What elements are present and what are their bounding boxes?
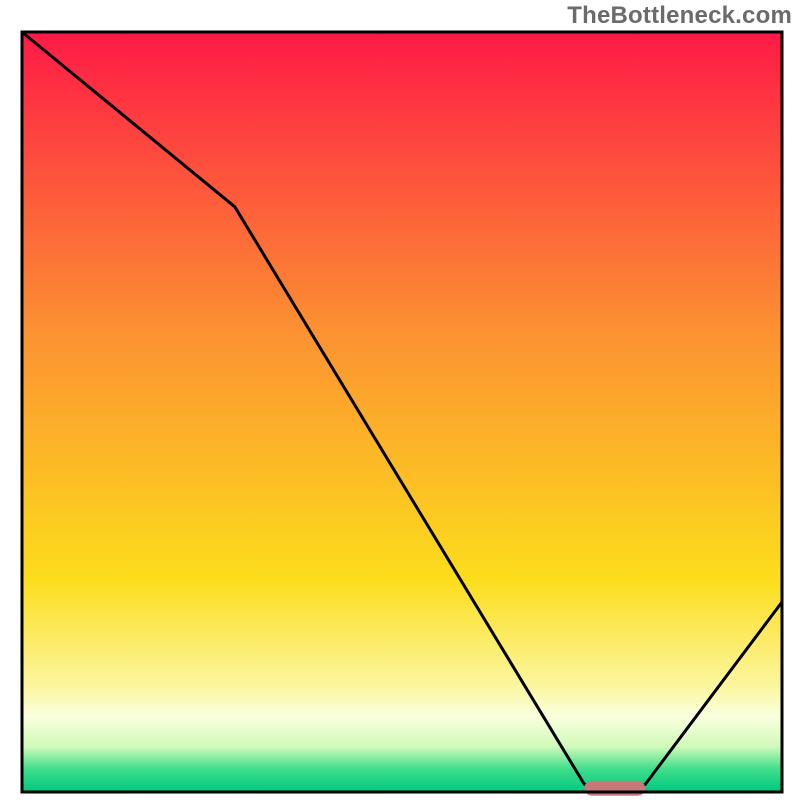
bottleneck-chart: TheBottleneck.com xyxy=(0,0,800,800)
chart-svg xyxy=(0,0,800,800)
watermark-text: TheBottleneck.com xyxy=(567,2,792,30)
gradient-background xyxy=(22,32,782,792)
